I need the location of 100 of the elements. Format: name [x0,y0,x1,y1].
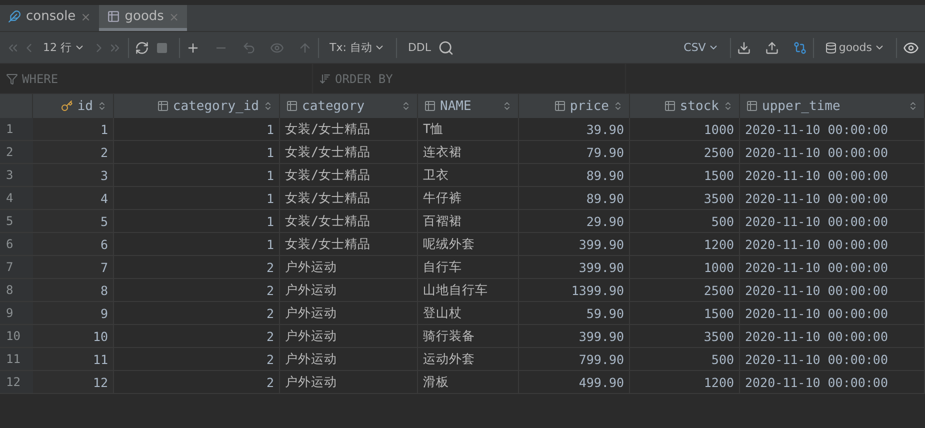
table-cell: 1500 [630,302,740,325]
where-field[interactable]: WHERE [0,64,313,93]
stop-icon[interactable] [156,42,168,54]
table-cell: 799.90 [519,348,630,371]
table-icon [106,10,120,23]
table-cell: 户外运动 [280,302,418,325]
table-cell: 1 [114,210,280,233]
row-count-dropdown[interactable]: 12 行 [38,36,90,58]
table-cell: 500 [630,210,740,233]
search-icon[interactable] [438,40,454,56]
column-header[interactable]: NAME [418,94,519,118]
row-number: 7 [0,256,33,279]
table-cell: 2 [114,348,280,371]
table-cell: 2020-11-10 00:00:00 [740,256,925,279]
table-cell: 1 [114,141,280,164]
table-cell: 女装/女士精品 [280,164,418,187]
table-cell: 女装/女士精品 [280,118,418,141]
sort-icon[interactable] [502,101,512,111]
table-cell: 户外运动 [280,371,418,394]
row-number: 8 [0,279,33,302]
row-number: 9 [0,302,33,325]
column-header[interactable]: price [519,94,630,118]
refresh-icon[interactable] [134,40,148,54]
column-header[interactable]: category [280,94,418,118]
table-cell: 登山杖 [418,302,519,325]
table-cell: 2020-11-10 00:00:00 [740,371,925,394]
table-cell: T恤 [418,118,519,141]
table-cell: 3500 [630,187,740,210]
table-cell: 2020-11-10 00:00:00 [740,141,925,164]
download-icon[interactable] [736,40,751,54]
column-header[interactable]: upper_time [740,94,925,118]
sort-icon[interactable] [613,101,623,111]
table-cell: 1 [114,164,280,187]
table-cell: 29.90 [519,210,630,233]
add-row-icon[interactable] [186,40,200,54]
table-cell: 79.90 [519,141,630,164]
order-by-field[interactable]: ORDER BY [313,64,626,93]
sort-icon[interactable] [908,101,918,111]
table-cell: 1 [114,187,280,210]
table-cell: 自行车 [418,256,519,279]
table-cell: 499.90 [519,371,630,394]
table-cell: 2020-11-10 00:00:00 [740,210,925,233]
table-cell: 4 [33,187,114,210]
row-number: 4 [0,187,33,210]
table-cell: 2 [114,371,280,394]
sort-icon[interactable] [263,101,273,111]
table-cell: 2020-11-10 00:00:00 [740,325,925,348]
view-icon[interactable] [903,40,919,56]
compare-icon[interactable] [792,40,807,54]
editor-tab[interactable]: goods × [98,5,187,31]
table-cell: 39.90 [519,118,630,141]
table-cell: 59.90 [519,302,630,325]
table-cell: 2500 [630,141,740,164]
table-cell: 399.90 [519,325,630,348]
table-cell: 户外运动 [280,348,418,371]
sort-icon[interactable] [401,101,411,111]
table-cell: 2020-11-10 00:00:00 [740,233,925,256]
table-cell: 1000 [630,118,740,141]
sort-icon[interactable] [723,101,733,111]
table-cell: 呢绒外套 [418,233,519,256]
revert-icon[interactable] [242,40,256,54]
table-cell: 11 [33,348,114,371]
table-cell: 399.90 [519,256,630,279]
schema-dropdown[interactable]: goods [820,36,890,58]
row-number: 3 [0,164,33,187]
table-cell: 399.90 [519,233,630,256]
sort-icon[interactable] [97,101,107,111]
upload-icon[interactable] [764,40,779,54]
table-cell: 骑行装备 [418,325,519,348]
table-cell: 2 [114,279,280,302]
table-cell: 5 [33,210,114,233]
table-cell: 1200 [630,371,740,394]
table-cell: 女装/女士精品 [280,141,418,164]
table-cell: 1200 [630,233,740,256]
table-cell: 9 [33,302,114,325]
row-number: 5 [0,210,33,233]
table-cell: 2020-11-10 00:00:00 [740,187,925,210]
table-cell: 1500 [630,164,740,187]
table-cell: 牛仔裤 [418,187,519,210]
ddl-button[interactable]: DDL [402,36,436,58]
table-cell: 连衣裙 [418,141,519,164]
table-cell: 8 [33,279,114,302]
table-cell: 1399.90 [519,279,630,302]
editor-tab[interactable]: console × [0,5,99,31]
row-number: 12 [0,371,33,394]
export-format-dropdown[interactable]: CSV [678,36,724,58]
table-cell: 女装/女士精品 [280,233,418,256]
row-number: 10 [0,325,33,348]
table-cell: 2 [114,302,280,325]
feather-icon [8,10,21,23]
table-cell: 卫衣 [418,164,519,187]
column-header[interactable]: stock [630,94,740,118]
row-number: 11 [0,348,33,371]
table-cell: 2020-11-10 00:00:00 [740,118,925,141]
column-header[interactable]: category_id [114,94,280,118]
column-header[interactable]: id [33,94,114,118]
table-cell: 2500 [630,279,740,302]
table-cell: 女装/女士精品 [280,210,418,233]
table-cell: 3 [33,164,114,187]
transaction-dropdown[interactable]: Tx: 自动 [324,36,390,58]
